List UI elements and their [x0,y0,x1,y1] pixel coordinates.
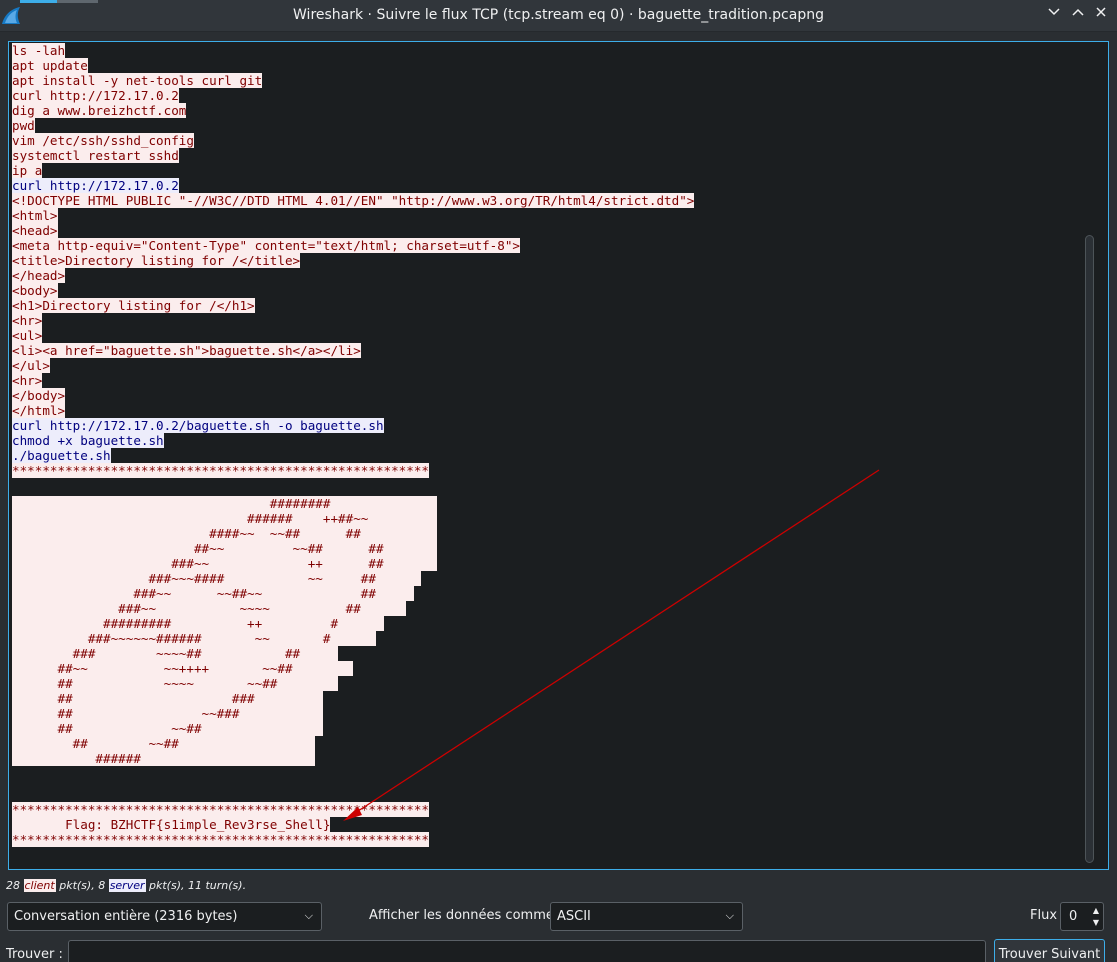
client-legend: client [23,879,56,892]
chevron-down-icon: ⌵ [725,909,734,922]
server-legend: server [108,879,146,892]
find-input[interactable] [68,940,986,962]
stream-number-spinbox[interactable]: 0 ▲ ▼ [1060,902,1104,931]
chevron-down-icon: ⌵ [304,909,313,922]
stream-number-value: 0 [1069,909,1078,924]
stream-summary: 28 client pkt(s), 8 server pkt(s), 11 tu… [6,879,246,892]
find-label: Trouver : [6,947,63,962]
summary-tail-text: pkt(s), 11 turn(s). [145,879,247,892]
find-next-button[interactable]: Trouver Suivant [994,939,1105,962]
show-as-select-value: ASCII [557,909,591,924]
summary-mid-text: pkt(s), 8 [55,879,109,892]
spin-down-icon[interactable]: ▼ [1093,918,1099,927]
show-as-select[interactable]: ASCII ⌵ [550,902,743,931]
conversation-select-value: Conversation entière (2316 bytes) [14,909,238,924]
spin-up-icon[interactable]: ▲ [1093,906,1099,915]
annotation-arrow [343,469,880,821]
conversation-select[interactable]: Conversation entière (2316 bytes) ⌵ [7,902,322,931]
stream-label: Flux [1030,908,1058,923]
show-as-label: Afficher les données comme [369,908,554,923]
client-packet-count: 28 [6,879,20,892]
